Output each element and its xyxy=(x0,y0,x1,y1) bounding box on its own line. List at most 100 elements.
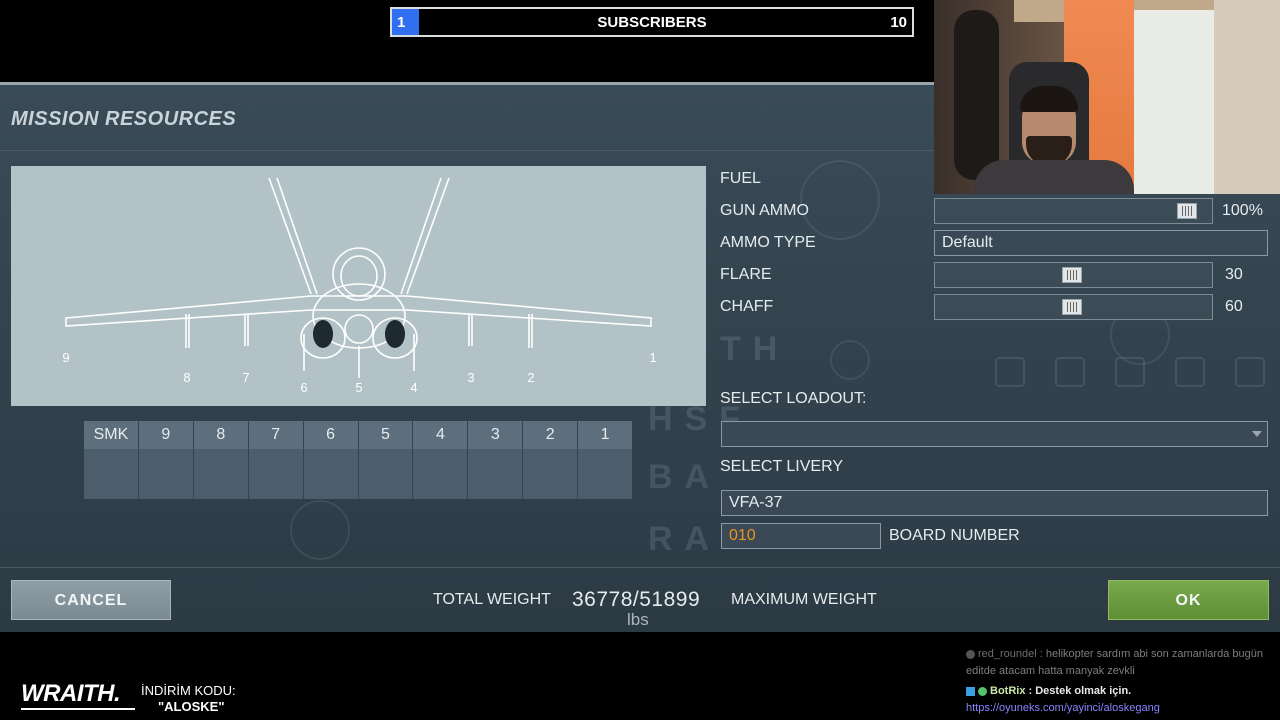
webcam-background-figure xyxy=(954,10,999,180)
pylon-station-1[interactable]: 1 xyxy=(578,421,633,499)
select-loadout-label: SELECT LOADOUT: xyxy=(720,390,867,407)
pylon-station-label: 7 xyxy=(248,421,303,449)
pylon-station-label: SMK xyxy=(84,421,138,449)
page-title: MISSION RESOURCES xyxy=(11,108,237,130)
sponsor-logo: WRAITH. xyxy=(21,680,121,707)
panel-top-divider xyxy=(0,82,934,85)
livery-select[interactable]: VFA-37 xyxy=(721,490,1268,516)
stream-frame: 1 SUBSCRIBERS 10 TH HSF BA RA MISSION RE… xyxy=(0,0,1280,720)
weight-unit: lbs xyxy=(627,610,649,629)
pylon-station-2[interactable]: 2 xyxy=(523,421,579,499)
pylon-station-slot[interactable] xyxy=(303,449,358,499)
webcam-wall xyxy=(1214,0,1280,194)
chaff-value: 60 xyxy=(1225,298,1243,315)
title-divider xyxy=(0,150,934,151)
pylon-station-slot[interactable] xyxy=(138,449,193,499)
background-key xyxy=(1055,357,1085,387)
pylon-station-label: 6 xyxy=(303,421,358,449)
gun-ammo-slider-handle[interactable] xyxy=(1177,203,1197,219)
pylon-station-6[interactable]: 6 xyxy=(303,421,359,499)
subscriber-goal-bar: 1 SUBSCRIBERS 10 xyxy=(390,7,914,37)
board-number-input[interactable]: 010 xyxy=(721,523,881,549)
chat-link[interactable]: https://oyuneks.com/yayinci/aloskegang xyxy=(966,700,1266,717)
pylon-label-6: 6 xyxy=(300,380,307,395)
maximum-weight-label: MAXIMUM WEIGHT xyxy=(731,591,877,608)
pylon-label-2: 2 xyxy=(527,370,534,385)
weight-value: 36778/51899 xyxy=(572,588,701,611)
flare-slider[interactable] xyxy=(934,262,1213,288)
pylon-station-slot[interactable] xyxy=(413,449,468,499)
discount-code: "ALOSKE" xyxy=(158,699,225,714)
chat-text: : Destek olmak için. xyxy=(1025,685,1132,697)
aircraft-front-view-drawing: 9 8 7 6 5 4 3 2 1 xyxy=(62,177,657,395)
flare-value: 30 xyxy=(1225,266,1243,283)
pylon-station-slot[interactable] xyxy=(468,449,523,499)
board-number-label: BOARD NUMBER xyxy=(889,527,1020,544)
pylon-station-slot[interactable] xyxy=(578,449,633,499)
flare-slider-handle[interactable] xyxy=(1062,267,1082,283)
pylon-station-slot[interactable] xyxy=(84,449,138,499)
background-key xyxy=(995,357,1025,387)
pylon-station-8[interactable]: 8 xyxy=(193,421,249,499)
background-key xyxy=(1115,357,1145,387)
fuel-label: FUEL xyxy=(720,170,761,187)
pylon-station-smk[interactable]: SMK xyxy=(84,421,139,499)
gun-ammo-slider[interactable] xyxy=(934,198,1213,224)
stream-chat: red_roundel : helikopter sardım abi son … xyxy=(966,646,1266,717)
pylon-station-9[interactable]: 9 xyxy=(138,421,194,499)
pylon-station-slot[interactable] xyxy=(193,449,248,499)
pylon-label-1: 1 xyxy=(649,350,656,365)
pylon-station-5[interactable]: 5 xyxy=(358,421,414,499)
cancel-button[interactable]: CANCEL xyxy=(11,580,171,620)
bot-badge-icon xyxy=(966,686,975,696)
background-cockpit-decor: TH xyxy=(720,330,790,368)
discount-code-label: İNDİRİM KODU: xyxy=(141,683,236,698)
loadout-dropdown[interactable] xyxy=(721,421,1268,447)
pylon-station-7[interactable]: 7 xyxy=(248,421,304,499)
subscriber-goal-max: 10 xyxy=(890,14,907,31)
chat-user-icon xyxy=(966,649,975,659)
pylon-label-7: 7 xyxy=(242,370,249,385)
background-dial xyxy=(830,340,870,380)
pylon-station-label: 5 xyxy=(358,421,413,449)
pylon-label-3: 3 xyxy=(467,370,474,385)
pylon-station-4[interactable]: 4 xyxy=(413,421,469,499)
webcam-window xyxy=(1134,10,1214,194)
pylon-station-slot[interactable] xyxy=(358,449,413,499)
aircraft-preview: 9 8 7 6 5 4 3 2 1 xyxy=(11,166,706,406)
pylon-station-label: 9 xyxy=(138,421,193,449)
pylon-station-label: 8 xyxy=(193,421,248,449)
background-dial xyxy=(290,500,350,560)
pylon-station-table: SMK 9 8 7 6 5 4 3 2 1 xyxy=(84,421,633,499)
ammo-type-label: AMMO TYPE xyxy=(720,234,816,251)
chaff-slider[interactable] xyxy=(934,294,1213,320)
pylon-station-label: 3 xyxy=(468,421,523,449)
chat-message: BotRix : Destek olmak için. https://oyun… xyxy=(966,683,1266,717)
subscriber-goal-title: SUBSCRIBERS xyxy=(597,14,707,31)
pylon-station-3[interactable]: 3 xyxy=(468,421,524,499)
pylon-label-8: 8 xyxy=(183,370,190,385)
pylon-label-9: 9 xyxy=(62,350,69,365)
pylon-station-label: 1 xyxy=(578,421,633,449)
pylon-station-slot[interactable] xyxy=(523,449,578,499)
chat-message: red_roundel : helikopter sardım abi son … xyxy=(966,646,1266,680)
chevron-down-icon xyxy=(1252,431,1262,437)
flare-label: FLARE xyxy=(720,266,772,283)
webcam-feed xyxy=(934,0,1280,194)
webcam-streamer-body xyxy=(974,160,1134,194)
pylon-station-slot[interactable] xyxy=(248,449,303,499)
total-weight-label: TOTAL WEIGHT xyxy=(433,591,551,608)
background-cockpit-decor: RA xyxy=(648,520,722,558)
ok-button[interactable]: OK xyxy=(1108,580,1269,620)
gun-ammo-label: GUN AMMO xyxy=(720,202,809,219)
background-key xyxy=(1175,357,1205,387)
chaff-slider-handle[interactable] xyxy=(1062,299,1082,315)
ammo-type-select[interactable]: Default xyxy=(934,230,1268,256)
sponsor-logo-underline xyxy=(21,708,135,710)
background-dial xyxy=(800,160,880,240)
pylon-label-4: 4 xyxy=(410,380,417,395)
webcam-streamer-hair xyxy=(1020,86,1078,112)
chat-username: red_roundel xyxy=(978,648,1037,660)
footer-divider xyxy=(0,567,1280,568)
pylon-label-5: 5 xyxy=(355,380,362,395)
